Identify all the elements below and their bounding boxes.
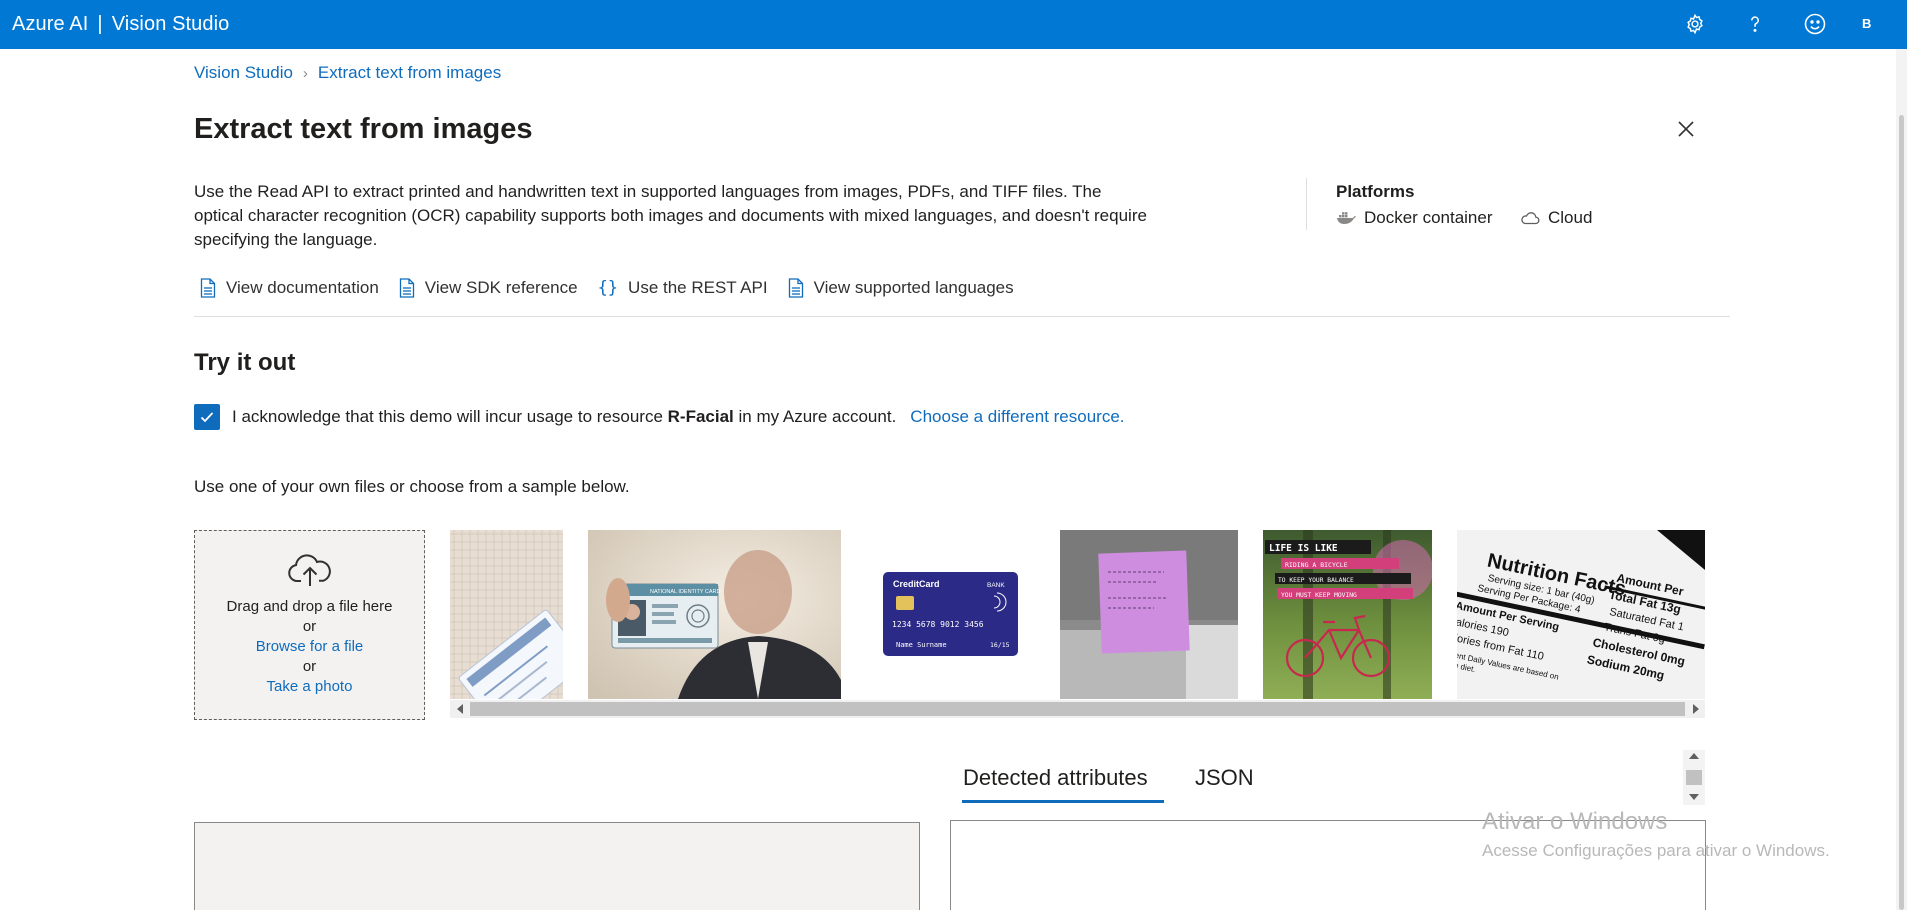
sample-credit-card[interactable]: CreditCard BANK 1234 5678 9012 3456 Name… <box>866 530 1046 699</box>
page-description: Use the Read API to extract printed and … <box>194 182 1147 249</box>
platform-docker: Docker container <box>1336 208 1493 228</box>
dropzone-text: Drag and drop a file here <box>226 598 393 615</box>
credit-card-brand: CreditCard <box>893 579 940 589</box>
platform-cloud-label: Cloud <box>1548 208 1593 227</box>
settings-gear-icon[interactable] <box>1682 11 1708 37</box>
help-icon[interactable] <box>1742 11 1768 37</box>
platform-docker-label: Docker container <box>1364 208 1493 227</box>
top-bar: Azure AI | Vision Studio B <box>0 0 1907 49</box>
platform-cloud: Cloud <box>1520 208 1592 228</box>
acknowledge-checkbox[interactable] <box>194 404 220 430</box>
brand-secondary: Vision Studio <box>111 13 230 35</box>
breadcrumb-current[interactable]: Extract text from images <box>318 63 501 82</box>
scroll-up-arrow-icon[interactable] <box>1689 753 1699 759</box>
acknowledge-text-before: I acknowledge that this demo will incur … <box>232 407 668 426</box>
braces-icon: {} <box>597 278 619 298</box>
cloud-icon <box>1521 212 1540 225</box>
sample-instruction: Use one of your own files or choose from… <box>194 477 630 496</box>
credit-card-number: 1234 5678 9012 3456 <box>892 620 984 629</box>
platforms-title: Platforms <box>1336 182 1415 201</box>
tab-detected-attributes[interactable]: Detected attributes <box>963 765 1148 791</box>
results-vertical-scrollbar[interactable] <box>1683 750 1705 805</box>
file-dropzone[interactable]: Drag and drop a file here or Browse for … <box>194 530 425 720</box>
view-sdk-reference-label: View SDK reference <box>424 278 578 297</box>
poster-line3: TO KEEP YOUR BALANCE <box>1278 577 1354 584</box>
windows-activation-subtitle: Acesse Configurações para ativar o Windo… <box>1482 841 1830 860</box>
use-rest-api-label: Use the REST API <box>628 278 768 297</box>
brand-primary: Azure AI <box>12 13 89 35</box>
acknowledge-text-after: in my Azure account. <box>733 407 897 426</box>
docker-icon <box>1337 212 1356 224</box>
choose-resource-link[interactable]: Choose a different resource. <box>910 407 1124 427</box>
acknowledge-resource: R-Facial <box>667 407 734 426</box>
use-rest-api-link[interactable]: {} Use the REST API <box>598 278 768 298</box>
page-scrollbar-thumb[interactable] <box>1899 115 1904 910</box>
results-scrollbar-thumb[interactable] <box>1686 770 1702 785</box>
id-card-header: NATIONAL IDENTITY CARD <box>650 589 721 595</box>
cloud-upload-icon <box>195 553 424 593</box>
sample-social-security-card[interactable] <box>450 530 563 699</box>
poster-line1: LIFE IS LIKE <box>1269 543 1338 554</box>
samples-scrollbar-thumb[interactable] <box>470 702 1685 716</box>
tab-json[interactable]: JSON <box>1195 765 1254 791</box>
avatar[interactable]: B <box>1862 16 1871 31</box>
checkmark-icon <box>200 412 214 423</box>
samples-horizontal-scrollbar[interactable] <box>450 700 1705 718</box>
dropzone-or: or <box>302 658 317 675</box>
sample-bicycle-poster[interactable]: LIFE IS LIKE RIDING A BICYCLE TO KEEP YO… <box>1263 530 1432 699</box>
poster-line2: RIDING A BICYCLE <box>1285 561 1348 569</box>
doc-links: View documentation View SDK reference {}… <box>200 278 1014 298</box>
brand-separator: | <box>97 13 103 35</box>
section-divider <box>194 316 1730 317</box>
document-icon <box>399 278 414 298</box>
poster-line4: YOU MUST KEEP MOVING <box>1281 592 1357 599</box>
active-tab-indicator <box>962 800 1164 803</box>
view-sdk-reference-link[interactable]: View SDK reference <box>399 278 578 298</box>
scroll-down-arrow-icon[interactable] <box>1689 794 1699 800</box>
platforms-divider <box>1306 178 1307 230</box>
close-icon[interactable] <box>1673 116 1699 142</box>
view-supported-languages-link[interactable]: View supported languages <box>788 278 1014 298</box>
feedback-smiley-icon[interactable] <box>1802 11 1828 37</box>
credit-card-bank: BANK <box>987 582 1005 589</box>
sample-identity-card[interactable]: NATIONAL IDENTITY CARD <box>588 530 841 699</box>
acknowledge-row: I acknowledge that this demo will incur … <box>194 404 1125 430</box>
scroll-right-arrow-icon[interactable] <box>1693 704 1699 714</box>
dropzone-or: or <box>302 618 317 635</box>
browse-file-link[interactable]: Browse for a file <box>195 637 424 657</box>
brand[interactable]: Azure AI | Vision Studio <box>12 13 229 36</box>
document-icon <box>200 278 216 298</box>
scroll-left-arrow-icon[interactable] <box>457 704 463 714</box>
view-supported-languages-label: View supported languages <box>813 278 1014 297</box>
breadcrumb: Vision Studio › Extract text from images <box>194 63 501 83</box>
credit-card-holder: Name Surname <box>896 641 947 649</box>
image-preview-panel <box>194 822 920 910</box>
breadcrumb-vision-studio[interactable]: Vision Studio <box>194 63 293 82</box>
page-title: Extract text from images <box>194 113 533 145</box>
document-icon <box>788 278 803 298</box>
windows-activation-title: Ativar o Windows <box>1482 808 1668 835</box>
view-documentation-label: View documentation <box>226 278 379 297</box>
take-photo-link[interactable]: Take a photo <box>195 677 424 697</box>
credit-card-expiry: 16/15 <box>990 641 1010 649</box>
view-documentation-link[interactable]: View documentation <box>200 278 379 298</box>
chevron-right-icon: › <box>302 65 308 82</box>
try-it-out-title: Try it out <box>194 349 296 376</box>
sample-sticky-note[interactable] <box>1060 530 1238 699</box>
page-scrollbar[interactable] <box>1896 49 1907 910</box>
sample-nutrition-facts[interactable]: Nutrition Facts Serving size: 1 bar (40g… <box>1457 530 1705 699</box>
